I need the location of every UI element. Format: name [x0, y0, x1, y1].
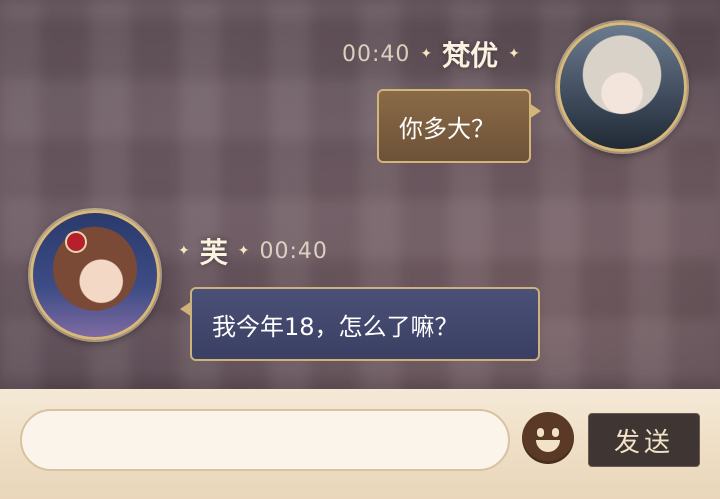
message-text: 我今年18，怎么了嘛？: [212, 312, 459, 341]
send-button[interactable]: 发送: [588, 413, 700, 467]
emoji-icon[interactable]: [522, 412, 574, 464]
sparkle-icon: ✦: [178, 243, 190, 259]
sparkle-icon: ✦: [508, 46, 520, 62]
sparkle-icon: ✦: [420, 46, 433, 62]
message-header-2: ✦ 芙 ✦ 00:40: [178, 231, 328, 271]
message-time: 00:40: [342, 41, 411, 67]
chat-bubble-2: 我今年18，怎么了嘛？: [180, 287, 540, 361]
sparkle-icon: ✦: [237, 243, 250, 259]
message-text: 你多大？: [399, 114, 495, 143]
rose-icon: [67, 233, 85, 251]
sender-name: 梵优: [442, 39, 499, 72]
message-input[interactable]: [20, 409, 510, 471]
sender-name: 芙: [199, 236, 228, 269]
chat-bubble-1: 你多大？: [377, 89, 541, 163]
message-time: 00:40: [259, 238, 328, 264]
message-header-1: 00:40 ✦ 梵优 ✦: [342, 34, 520, 74]
avatar-sender-2[interactable]: [30, 210, 160, 340]
avatar-sender-1[interactable]: [557, 22, 687, 152]
